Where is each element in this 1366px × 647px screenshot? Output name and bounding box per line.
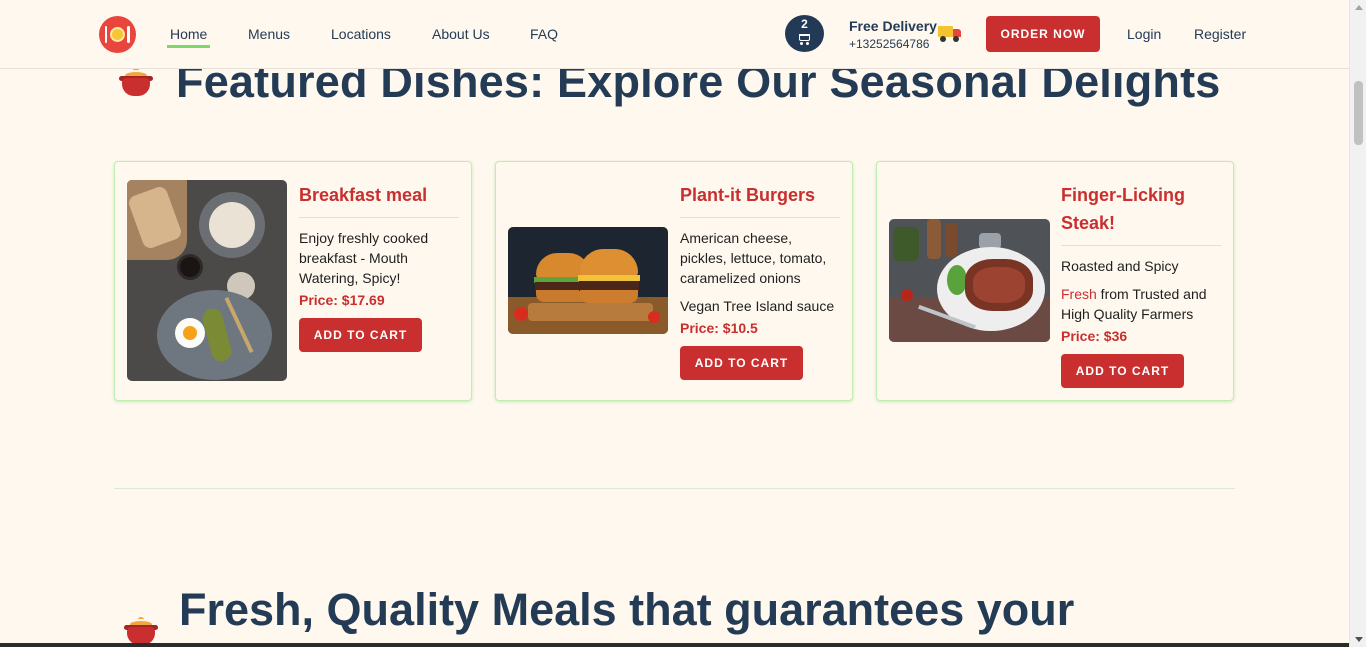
add-to-cart-button[interactable]: ADD TO CART: [1061, 354, 1184, 388]
quality-section-title: Fresh, Quality Meals that guarantees you…: [179, 584, 1075, 635]
delivery-phone: +13252564786: [849, 37, 930, 51]
breakfast-dish-image: [127, 180, 287, 381]
dish-price: Price: $17.69: [299, 292, 385, 308]
order-now-button[interactable]: ORDER NOW: [986, 16, 1100, 52]
shopping-cart-icon: [799, 34, 810, 45]
add-to-cart-button[interactable]: ADD TO CART: [299, 318, 422, 352]
nav-menus-link[interactable]: Menus: [248, 26, 290, 42]
fresh-highlight: Fresh: [1061, 286, 1097, 302]
dish-price: Price: $10.5: [680, 320, 758, 336]
dish-description: Roasted and Spicy: [1061, 258, 1179, 274]
dish-source: Fresh from Trusted and High Quality Farm…: [1061, 284, 1221, 324]
dish-title: Breakfast meal: [299, 181, 459, 218]
add-to-cart-button[interactable]: ADD TO CART: [680, 346, 803, 380]
nav-home-link[interactable]: Home: [167, 26, 211, 48]
dish-card-steak: Finger-Licking Steak! Roasted and Spicy …: [876, 161, 1234, 401]
vertical-scrollbar[interactable]: [1349, 0, 1366, 647]
register-link[interactable]: Register: [1194, 26, 1246, 42]
nav-about-link[interactable]: About Us: [432, 26, 490, 42]
cart-count-badge: 2: [801, 17, 808, 31]
horizontal-scrollbar: [0, 643, 1349, 647]
dish-description: Enjoy freshly cooked breakfast - Mouth W…: [299, 230, 429, 286]
scroll-down-icon[interactable]: [1355, 637, 1363, 642]
dish-price: Price: $36: [1061, 328, 1128, 344]
cart-button[interactable]: 2: [785, 15, 824, 52]
delivery-truck-icon: [938, 26, 962, 44]
burger-dish-image: [508, 227, 668, 334]
dish-card-burgers: Plant-it Burgers American cheese, pickle…: [495, 161, 853, 401]
section-divider: [114, 488, 1235, 489]
dish-card-breakfast: Breakfast meal Enjoy freshly cooked brea…: [114, 161, 472, 401]
scroll-thumb[interactable]: [1354, 81, 1363, 145]
dish-description: American cheese, pickles, lettuce, tomat…: [680, 230, 827, 286]
nav-locations-link[interactable]: Locations: [331, 26, 391, 42]
scroll-up-icon[interactable]: [1355, 5, 1363, 10]
top-navbar: Home Menus Locations About Us FAQ 2 Free…: [0, 0, 1349, 69]
dish-title: Plant-it Burgers: [680, 181, 840, 218]
login-link[interactable]: Login: [1127, 26, 1161, 42]
dish-sauce: Vegan Tree Island sauce: [680, 298, 835, 314]
steak-dish-image: [889, 219, 1050, 342]
nav-faq-link[interactable]: FAQ: [530, 26, 558, 42]
delivery-title: Free Delivery: [849, 18, 937, 34]
soup-pot-icon: [119, 68, 153, 98]
restaurant-logo-icon[interactable]: [99, 16, 136, 53]
dish-title: Finger-Licking Steak!: [1061, 181, 1221, 246]
